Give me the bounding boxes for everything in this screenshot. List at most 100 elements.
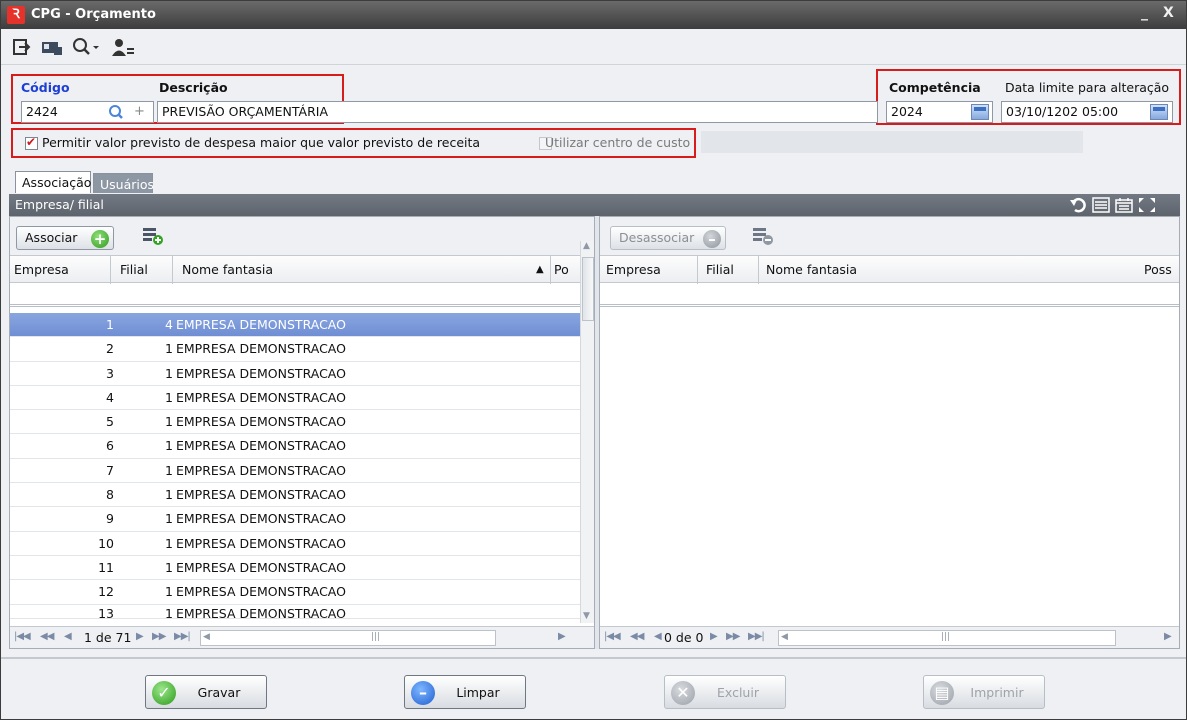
tab-associacao[interactable]: Associação (15, 171, 91, 193)
scroll-up-icon[interactable]: ▲ (583, 241, 590, 251)
data-limite-input[interactable]: 03/10/1202 05:00 (1001, 101, 1173, 123)
first-page-icon[interactable]: |◀◀ (14, 631, 31, 642)
prev-page-icon[interactable]: ◀ (654, 631, 662, 642)
table-row[interactable]: 3 1 EMPRESA DEMONSTRACAO (10, 362, 580, 386)
undo-icon[interactable] (1069, 197, 1087, 213)
expand-icon[interactable] (1138, 197, 1156, 213)
calendar-view-icon[interactable] (1115, 197, 1133, 213)
table-row[interactable]: 12 1 EMPRESA DEMONSTRACAO (10, 580, 580, 605)
left-navigator: |◀◀ ◀◀ ◀ 1 de 71 ▶ ▶▶ ▶▶| ◀ ||| ▶ (10, 626, 594, 648)
table-row[interactable]: 2 1 EMPRESA DEMONSTRACAO (10, 337, 580, 362)
table-row[interactable]: 13 1 EMPRESA DEMONSTRACAO (10, 605, 580, 619)
desassociar-button[interactable]: Desassociar – (610, 226, 726, 250)
calendar-icon[interactable] (1150, 104, 1168, 120)
table-row[interactable]: 6 1 EMPRESA DEMONSTRACAO (10, 434, 580, 459)
next-page-icon[interactable]: ▶ (136, 631, 144, 642)
left-filter-row[interactable] (10, 283, 594, 307)
table-row[interactable]: 11 1 EMPRESA DEMONSTRACAO (10, 556, 580, 581)
prev-page-fast-icon[interactable]: ◀◀ (40, 631, 54, 642)
options-strip (701, 131, 1083, 153)
left-horizontal-scrollbar[interactable]: ◀ ||| (200, 630, 496, 646)
col-filial[interactable]: Filial (120, 262, 148, 277)
next-page-fast-icon[interactable]: ▶▶ (726, 631, 740, 642)
last-page-icon[interactable]: ▶▶| (174, 631, 191, 642)
col-empresa[interactable]: Empresa (14, 262, 69, 277)
next-page-icon[interactable]: ▶ (710, 631, 718, 642)
table-row[interactable]: 5 1 EMPRESA DEMONSTRACAO (10, 410, 580, 435)
table-row[interactable]: 1 4 EMPRESA DEMONSTRACAO (10, 313, 580, 338)
last-page-icon[interactable]: ▶▶| (748, 631, 765, 642)
competencia-label: Competência (889, 80, 981, 95)
permitir-checkbox[interactable] (25, 135, 38, 150)
codigo-value: 2424 (26, 104, 58, 119)
list-view-icon[interactable] (1092, 197, 1110, 213)
group-header: Empresa/ filial (9, 194, 1180, 216)
right-pager: 0 de 0 (664, 630, 704, 645)
right-horizontal-scrollbar[interactable]: ◀ ||| (778, 630, 1116, 646)
competencia-value: 2024 (891, 104, 923, 119)
data-limite-value: 03/10/1202 05:00 (1006, 104, 1119, 119)
left-rows: 1 4 EMPRESA DEMONSTRACAO 2 1 EMPRESA DEMONST… (10, 313, 580, 619)
title-bar: Ꝛ CPG - Orçamento _ X (1, 1, 1186, 29)
associar-label: Associar (25, 230, 78, 245)
descricao-input[interactable]: PREVISÃO ORÇAMENTÁRIA (157, 101, 878, 123)
exit-icon[interactable] (13, 37, 31, 57)
right-button-row: Desassociar – (600, 217, 1179, 255)
right-grid-header: Empresa Filial Nome fantasia Poss (600, 255, 1179, 284)
associated-companies-panel: Desassociar – Empresa Filial Nome fantas… (599, 216, 1180, 649)
list-add-icon[interactable] (142, 226, 164, 246)
plus-icon[interactable]: + (134, 102, 145, 122)
excluir-button[interactable]: ✕ Excluir (664, 675, 786, 709)
imprimir-button[interactable]: ▤ Imprimir (923, 675, 1045, 709)
permitir-label: Permitir valor previsto de despesa maior… (42, 135, 481, 150)
left-vertical-scrollbar[interactable]: ▲ ▼ (580, 241, 594, 623)
footer-actions: ✓ Gravar – Limpar ✕ Excluir ▤ Imprimir (1, 657, 1186, 719)
col-pos[interactable]: Poss (1144, 262, 1172, 277)
plus-circle-icon: + (91, 230, 109, 248)
tab-usuarios[interactable]: Usuários (93, 173, 154, 193)
scroll-right-icon[interactable]: ▶ (558, 631, 566, 642)
table-row[interactable]: 10 1 EMPRESA DEMONSTRACAO (10, 532, 580, 556)
next-page-fast-icon[interactable]: ▶▶ (152, 631, 166, 642)
available-companies-panel: Associar + Empresa Filial Nome fantasia … (9, 216, 595, 649)
prev-page-icon[interactable]: ◀ (64, 631, 72, 642)
search-icon[interactable] (108, 104, 126, 120)
calendar-icon[interactable] (971, 104, 989, 120)
table-row[interactable]: 4 1 EMPRESA DEMONSTRACAO (10, 386, 580, 411)
first-page-icon[interactable]: |◀◀ (604, 631, 621, 642)
col-empresa[interactable]: Empresa (606, 262, 661, 277)
col-nome-fantasia[interactable]: Nome fantasia (182, 262, 273, 277)
limpar-button[interactable]: – Limpar (404, 675, 526, 709)
scroll-right-icon[interactable]: ▶ (1164, 631, 1172, 642)
competencia-input[interactable]: 2024 (886, 101, 993, 123)
associar-button[interactable]: Associar + (16, 226, 114, 250)
gravar-button[interactable]: ✓ Gravar (145, 675, 267, 709)
prev-page-fast-icon[interactable]: ◀◀ (630, 631, 644, 642)
table-row[interactable]: 8 1 EMPRESA DEMONSTRACAO (10, 483, 580, 508)
data-limite-label: Data limite para alteração (1005, 80, 1170, 95)
desassociar-label: Desassociar (619, 230, 695, 245)
centro-custo-label: Utilizar centro de custo (545, 135, 691, 150)
col-pos[interactable]: Po (554, 262, 569, 277)
sort-asc-icon: ▲ (536, 264, 544, 275)
minus-circle-icon: – (703, 230, 721, 248)
search-dropdown-icon[interactable] (71, 37, 101, 57)
list-remove-icon[interactable] (752, 226, 774, 246)
app-logo-icon: Ꝛ (7, 6, 25, 24)
user-icon[interactable] (111, 37, 135, 57)
main-window: Ꝛ CPG - Orçamento _ X Código Descrição C… (0, 0, 1187, 720)
right-filter-row[interactable] (600, 283, 1179, 307)
col-filial[interactable]: Filial (706, 262, 734, 277)
table-row[interactable]: 7 1 EMPRESA DEMONSTRACAO (10, 459, 580, 484)
left-grid-header: Empresa Filial Nome fantasia ▲ Po (10, 255, 594, 284)
table-row[interactable]: 9 1 EMPRESA DEMONSTRACAO (10, 507, 580, 532)
group-title: Empresa/ filial (15, 197, 104, 212)
id-card-icon[interactable] (41, 37, 63, 57)
col-nome-fantasia[interactable]: Nome fantasia (766, 262, 857, 277)
descricao-label: Descrição (159, 80, 228, 95)
scroll-down-icon[interactable]: ▼ (583, 611, 590, 621)
close-button[interactable]: X (1163, 5, 1174, 21)
minimize-button[interactable]: _ (1141, 5, 1148, 21)
scroll-thumb[interactable] (582, 257, 594, 321)
codigo-input[interactable]: 2424 + (21, 101, 154, 123)
